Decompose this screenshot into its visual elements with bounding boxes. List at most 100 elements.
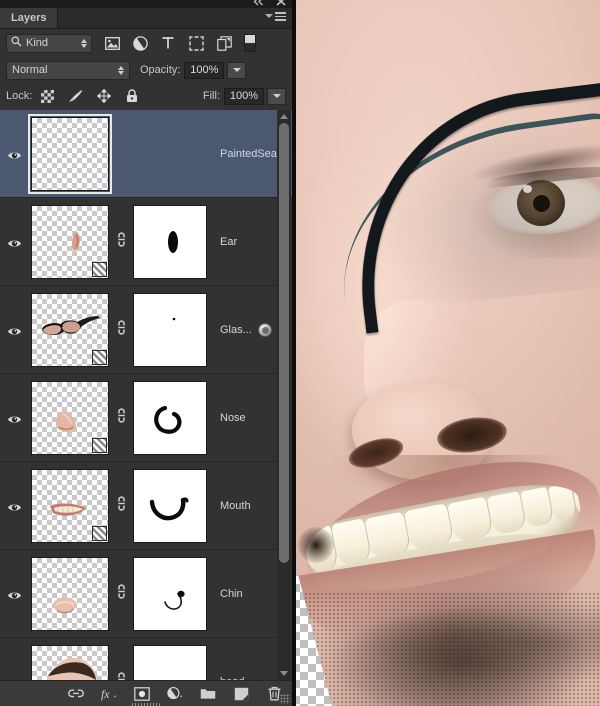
filter-type-layers-icon[interactable] <box>160 35 176 51</box>
opacity-slider-toggle[interactable] <box>227 61 247 79</box>
layer-name-label: Mouth <box>220 499 251 512</box>
layer-mask-wrapper[interactable] <box>130 114 210 194</box>
layer-thumbnail[interactable] <box>31 644 109 680</box>
add-layer-mask-button[interactable] <box>134 686 150 702</box>
layer-row[interactable]: Glas... <box>0 286 292 374</box>
scrollbar-track[interactable] <box>277 119 291 671</box>
layer-thumbnail[interactable] <box>31 468 109 543</box>
layer-mask-thumbnail[interactable] <box>133 204 207 279</box>
layer-thumbnail[interactable] <box>31 204 109 279</box>
layer-row[interactable]: PaintedSeams <box>0 110 292 198</box>
layer-thumbnail[interactable] <box>31 380 109 455</box>
new-layer-button[interactable] <box>233 686 249 702</box>
panel-titlebar <box>0 0 292 8</box>
opacity-label: Opacity: <box>140 64 181 76</box>
layer-mask-wrapper[interactable] <box>130 642 210 680</box>
filter-adjustment-layers-icon[interactable] <box>132 35 148 51</box>
new-fill-adjustment-layer-button[interactable] <box>167 686 183 702</box>
layer-mask-wrapper[interactable] <box>130 466 210 546</box>
mask-link-toggle[interactable] <box>112 319 130 340</box>
layer-thumbnail-wrapper[interactable] <box>28 113 112 194</box>
blend-mode-stepper[interactable] <box>118 65 124 75</box>
layer-visibility-toggle[interactable] <box>0 412 28 423</box>
layer-thumbnail[interactable] <box>28 113 112 194</box>
layer-mask-wrapper[interactable] <box>130 290 210 370</box>
tab-layers-label: Layers <box>11 12 47 24</box>
filter-shape-layers-icon[interactable] <box>188 35 204 51</box>
layer-visibility-toggle[interactable] <box>0 236 28 247</box>
layer-style-indicator-icon[interactable] <box>257 322 272 337</box>
scroll-down-arrow-icon[interactable] <box>280 671 288 676</box>
filter-kind-select[interactable]: Kind <box>6 33 92 53</box>
mask-link-toggle[interactable] <box>112 583 130 604</box>
layer-name-label: Chin <box>220 587 243 600</box>
smart-object-badge-icon <box>92 261 107 277</box>
filter-pixel-layers-icon[interactable] <box>104 35 120 51</box>
layer-visibility-toggle[interactable] <box>0 148 28 159</box>
layer-list[interactable]: PaintedSeams Ear Glas... Nose Mouth Chin head <box>0 110 292 680</box>
layer-thumbnail-wrapper[interactable] <box>28 290 112 370</box>
smart-object-badge-icon <box>92 437 107 453</box>
layer-mask-thumbnail[interactable] <box>133 380 207 455</box>
lock-all-icon[interactable] <box>124 89 139 104</box>
layer-row[interactable]: Chin <box>0 550 292 638</box>
scrollbar-thumb[interactable] <box>279 123 289 563</box>
layer-mask-wrapper[interactable] <box>130 378 210 458</box>
layer-mask-thumbnail[interactable] <box>133 292 207 367</box>
layer-thumbnail-wrapper[interactable] <box>28 554 112 634</box>
lock-transparent-pixels-icon[interactable] <box>40 89 55 104</box>
layer-mask-thumbnail[interactable] <box>133 468 207 543</box>
filter-kind-stepper[interactable] <box>81 38 87 48</box>
panel-resize-grip[interactable] <box>280 694 290 704</box>
new-group-button[interactable] <box>200 686 216 702</box>
layer-row[interactable]: head <box>0 638 292 680</box>
panel-menu-lines <box>275 12 286 21</box>
mask-link-toggle[interactable] <box>112 407 130 428</box>
layer-mask-wrapper[interactable] <box>130 202 210 282</box>
layer-thumbnail-wrapper[interactable] <box>28 202 112 282</box>
fill-slider-toggle[interactable] <box>267 87 286 105</box>
chain-link-icon <box>116 319 127 340</box>
tab-layers[interactable]: Layers <box>0 8 59 28</box>
layer-thumbnail[interactable] <box>31 556 109 631</box>
layer-row[interactable]: Mouth <box>0 462 292 550</box>
chain-link-icon <box>116 495 127 516</box>
add-layer-style-button[interactable]: fx <box>101 686 117 702</box>
layer-mask-thumbnail[interactable] <box>133 644 207 680</box>
lock-buttons <box>40 89 139 104</box>
search-icon <box>11 36 22 50</box>
layer-thumbnail[interactable] <box>31 292 109 367</box>
layer-list-scrollbar[interactable] <box>277 110 291 680</box>
mask-link-toggle[interactable] <box>112 495 130 516</box>
layer-thumbnail-wrapper[interactable] <box>28 642 112 680</box>
layer-thumbnail-wrapper[interactable] <box>28 378 112 458</box>
fill-input[interactable]: 100% <box>224 87 264 105</box>
layer-thumbnail-wrapper[interactable] <box>28 466 112 546</box>
layer-row[interactable]: Ear <box>0 198 292 286</box>
layer-mask-wrapper[interactable] <box>130 554 210 634</box>
lock-position-icon[interactable] <box>96 89 111 104</box>
mask-link-toggle[interactable] <box>112 671 130 681</box>
layer-row[interactable]: Nose <box>0 374 292 462</box>
panel-menu-caret <box>265 14 273 19</box>
mask-link-toggle[interactable] <box>112 231 130 252</box>
eye-icon <box>7 412 22 423</box>
eyeglass-frame <box>339 78 600 334</box>
close-icon[interactable] <box>276 0 286 8</box>
layer-mask-thumbnail[interactable] <box>133 556 207 631</box>
svg-text:fx: fx <box>101 689 110 701</box>
layers-panel-bottom-toolbar: fx <box>0 680 292 706</box>
layer-visibility-toggle[interactable] <box>0 500 28 511</box>
opacity-input[interactable]: 100% <box>184 61 225 79</box>
collapse-chevrons-icon[interactable] <box>253 0 264 8</box>
blend-mode-select[interactable]: Normal <box>6 60 130 80</box>
layer-visibility-toggle[interactable] <box>0 588 28 599</box>
link-layers-button[interactable] <box>68 686 84 702</box>
layer-visibility-toggle[interactable] <box>0 324 28 335</box>
eye-icon <box>7 324 22 335</box>
lock-image-pixels-icon[interactable] <box>68 89 83 104</box>
document-canvas[interactable] <box>292 0 600 706</box>
filter-enable-toggle[interactable] <box>244 34 256 52</box>
filter-smart-object-layers-icon[interactable] <box>216 35 232 51</box>
panel-menu-icon[interactable] <box>265 12 286 21</box>
